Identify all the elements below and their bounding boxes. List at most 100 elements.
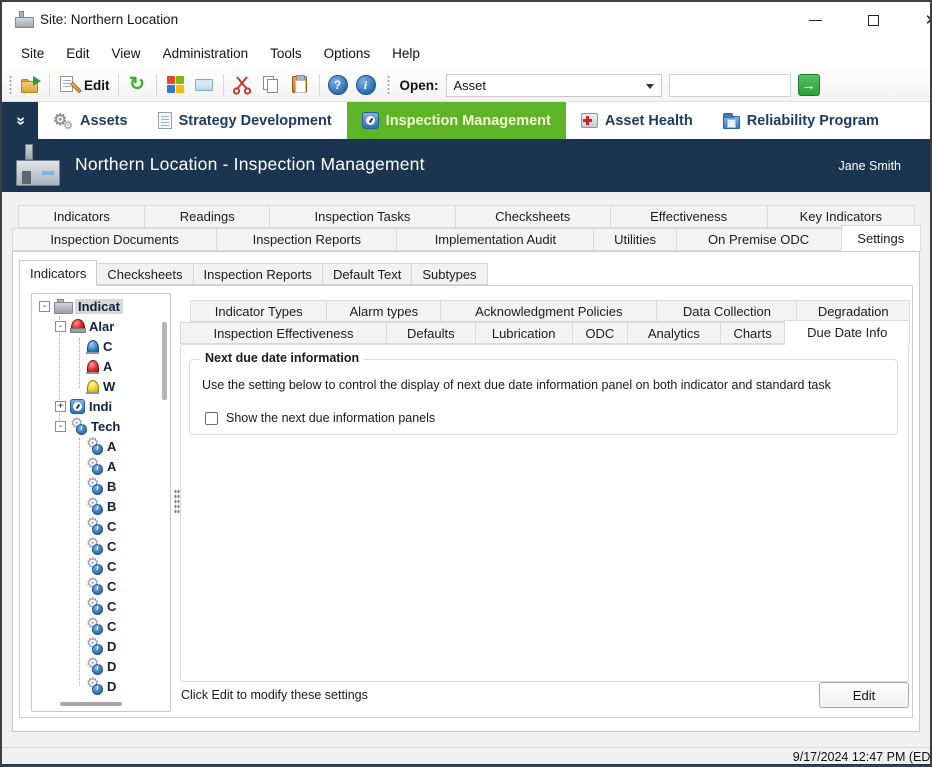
info-button[interactable]: i xyxy=(352,72,380,98)
tab-due-date-info[interactable]: Due Date Info xyxy=(784,320,910,345)
close-button[interactable]: ✕ xyxy=(908,2,932,38)
refresh-button[interactable]: ↻ xyxy=(123,72,152,98)
copy-button[interactable] xyxy=(257,72,286,98)
tree-horizontal-scrollbar[interactable] xyxy=(34,699,168,709)
tab-checksheets[interactable]: Checksheets xyxy=(455,205,611,228)
menu-options[interactable]: Options xyxy=(313,41,382,66)
tree-item-label[interactable]: A xyxy=(103,359,112,374)
tree-item-label[interactable]: B xyxy=(107,499,116,514)
menu-tools[interactable]: Tools xyxy=(259,41,313,66)
tab-lubrication[interactable]: Lubrication xyxy=(475,322,573,344)
tree-item-label[interactable]: Tech xyxy=(91,419,120,434)
help-button[interactable]: ? xyxy=(324,72,352,98)
tree-item-label[interactable]: C xyxy=(107,599,116,614)
tree-item-label[interactable]: Indi xyxy=(89,399,112,414)
tree-item-label[interactable]: C xyxy=(107,559,116,574)
show-panels-checkbox[interactable] xyxy=(205,412,218,425)
toolbar-grip[interactable] xyxy=(386,75,391,95)
windows-button[interactable] xyxy=(161,72,190,98)
tree-row: A xyxy=(34,356,158,376)
tree-item-label[interactable]: Indicat xyxy=(75,299,123,314)
tree-item-label[interactable]: C xyxy=(107,519,116,534)
tab-indicators[interactable]: Indicators xyxy=(18,205,145,228)
open-combobox[interactable]: Asset xyxy=(446,74,662,97)
toolbar-grip[interactable] xyxy=(8,75,13,95)
menu-help[interactable]: Help xyxy=(381,41,431,66)
subtab-default-text[interactable]: Default Text xyxy=(322,263,412,285)
tab-readings[interactable]: Readings xyxy=(144,205,270,228)
tab-on-premise-odc[interactable]: On Premise ODC xyxy=(676,228,842,251)
gear-info-icon xyxy=(70,418,87,434)
tree-item-label[interactable]: D xyxy=(107,639,116,654)
sub-tabs: Indicators Checksheets Inspection Report… xyxy=(19,263,487,286)
edit-settings-button[interactable]: Edit xyxy=(819,682,909,708)
tree-item-label[interactable]: C xyxy=(107,619,116,634)
tab-inspection-effectiveness[interactable]: Inspection Effectiveness xyxy=(180,322,387,344)
menu-site[interactable]: Site xyxy=(10,41,55,66)
tab-analytics[interactable]: Analytics xyxy=(627,322,721,344)
tree-item-label[interactable]: Alar xyxy=(89,319,114,334)
go-button[interactable]: → xyxy=(798,74,820,96)
tree-vertical-scrollbar[interactable] xyxy=(162,322,167,400)
maximize-button[interactable] xyxy=(850,2,896,38)
tab-settings[interactable]: Settings xyxy=(841,225,921,251)
tree-item-label[interactable]: A xyxy=(107,439,116,454)
tab-implementation-audit[interactable]: Implementation Audit xyxy=(396,228,594,251)
open-folder-button[interactable] xyxy=(16,72,45,98)
menu-administration[interactable]: Administration xyxy=(152,41,260,66)
tab-inspection-tasks[interactable]: Inspection Tasks xyxy=(269,205,456,228)
cut-button[interactable] xyxy=(228,72,257,98)
module-tab-inspection-management[interactable]: Inspection Management xyxy=(347,102,566,139)
module-tab-reliability-program[interactable]: Reliability Program xyxy=(708,102,894,139)
subtab-subtypes[interactable]: Subtypes xyxy=(411,263,487,285)
module-tab-asset-health[interactable]: Asset Health xyxy=(566,102,708,139)
tab-effectiveness[interactable]: Effectiveness xyxy=(610,205,768,228)
tree-row: D xyxy=(34,676,158,696)
quick-search-input[interactable] xyxy=(669,74,791,97)
gear-info-icon xyxy=(86,478,103,494)
tree-item-label[interactable]: C xyxy=(103,339,112,354)
module-tab-strategy-development[interactable]: Strategy Development xyxy=(143,102,347,139)
tab-defaults[interactable]: Defaults xyxy=(386,322,476,344)
tree-row: A xyxy=(34,436,158,456)
send-button[interactable] xyxy=(190,72,219,98)
tab-inspection-reports[interactable]: Inspection Reports xyxy=(216,228,397,251)
tab-indicator-types[interactable]: Indicator Types xyxy=(190,300,327,322)
gear-info-icon xyxy=(86,598,103,614)
tab-acknowledgment-policies[interactable]: Acknowledgment Policies xyxy=(440,300,657,322)
scrollbar-thumb[interactable] xyxy=(60,702,122,706)
tab-utilities[interactable]: Utilities xyxy=(593,228,676,251)
content-area: Indicators Readings Inspection Tasks Che… xyxy=(2,192,930,747)
tree-item-label[interactable]: D xyxy=(107,659,116,674)
module-tab-assets[interactable]: Assets xyxy=(38,102,143,139)
subtab-indicators[interactable]: Indicators xyxy=(19,260,97,286)
tree-item-label[interactable]: A xyxy=(107,459,116,474)
tab-degradation[interactable]: Degradation xyxy=(796,300,910,322)
tree-expander[interactable]: + xyxy=(55,401,66,412)
tree-item-label[interactable]: D xyxy=(107,679,116,694)
tree-item-label[interactable]: C xyxy=(107,579,116,594)
open-label: Open: xyxy=(400,78,439,93)
collapse-modules-button[interactable]: » xyxy=(2,102,38,139)
edit-button[interactable]: Edit xyxy=(54,72,114,98)
tab-inspection-documents[interactable]: Inspection Documents xyxy=(12,228,217,251)
tree-item-label[interactable]: W xyxy=(103,379,115,394)
double-chevron-icon: » xyxy=(11,116,29,123)
paste-button[interactable] xyxy=(286,72,315,98)
tree-expander[interactable]: - xyxy=(39,301,50,312)
menu-view[interactable]: View xyxy=(101,41,152,66)
tree-item-label[interactable]: C xyxy=(107,539,116,554)
tab-odc[interactable]: ODC xyxy=(572,322,628,344)
tab-alarm-types[interactable]: Alarm types xyxy=(326,300,441,322)
subtab-inspection-reports[interactable]: Inspection Reports xyxy=(193,263,323,285)
gear-info-icon xyxy=(86,678,103,694)
tree-expander[interactable]: - xyxy=(55,421,66,432)
menu-edit[interactable]: Edit xyxy=(55,41,100,66)
minimize-button[interactable] xyxy=(792,2,838,38)
subtab-checksheets[interactable]: Checksheets xyxy=(96,263,193,285)
tab-data-collection[interactable]: Data Collection xyxy=(656,300,797,322)
tab-charts[interactable]: Charts xyxy=(720,322,786,344)
tree-expander[interactable]: - xyxy=(55,321,66,332)
tree-item-label[interactable]: B xyxy=(107,479,116,494)
tree-row: A xyxy=(34,456,158,476)
